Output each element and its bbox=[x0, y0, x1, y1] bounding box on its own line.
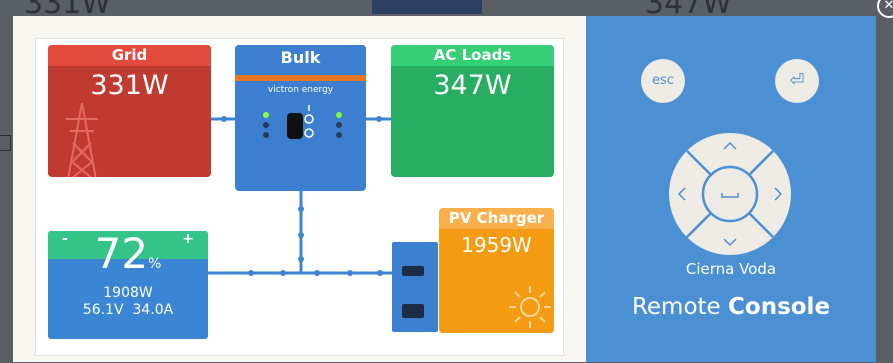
battery-power: 1908W bbox=[103, 285, 153, 301]
overview-canvas: Grid 331W Bulk victron energy AC Loads 3… bbox=[35, 38, 564, 356]
pylon-icon bbox=[66, 102, 98, 177]
enter-button[interactable]: ⏎ bbox=[775, 59, 819, 103]
battery-tile[interactable]: - + 72% 1908W 56.1V 34.0A bbox=[48, 231, 208, 339]
pv-charger-title: PV Charger bbox=[439, 208, 554, 229]
battery-percent: 72% bbox=[94, 231, 162, 278]
inverter-stripe bbox=[235, 75, 366, 81]
dpad bbox=[669, 133, 791, 255]
pv-charger-power: 1959W bbox=[461, 233, 532, 257]
remote-control-panel: esc ⏎ Cierna Voda Remote Console bbox=[586, 16, 876, 362]
grid-power: 331W bbox=[90, 70, 169, 101]
site-name: Cierna Voda bbox=[685, 260, 777, 278]
grid-tile[interactable]: Grid 331W bbox=[48, 45, 211, 177]
pv-charger-tile[interactable]: PV Charger 1959W bbox=[439, 208, 554, 333]
esc-button[interactable]: esc bbox=[641, 59, 685, 103]
ac-loads-power: 347W bbox=[433, 70, 512, 101]
ac-loads-title: AC Loads bbox=[391, 45, 554, 66]
remote-console-brand: Remote Console bbox=[631, 294, 831, 320]
grid-title: Grid bbox=[48, 45, 211, 66]
battery-voltage-current: 56.1V 34.0A bbox=[82, 302, 174, 318]
inverter-tile[interactable]: Bulk victron energy bbox=[235, 45, 366, 191]
background-logo bbox=[372, 0, 482, 14]
sun-icon bbox=[509, 286, 551, 328]
ac-loads-tile[interactable]: AC Loads 347W bbox=[391, 45, 554, 177]
victron-brand: victron energy bbox=[267, 85, 334, 95]
mppt-device-icon bbox=[392, 242, 438, 332]
inverter-state: Bulk bbox=[235, 45, 366, 71]
inverter-leds-icon bbox=[263, 105, 342, 139]
background-edge-icon bbox=[0, 135, 11, 151]
